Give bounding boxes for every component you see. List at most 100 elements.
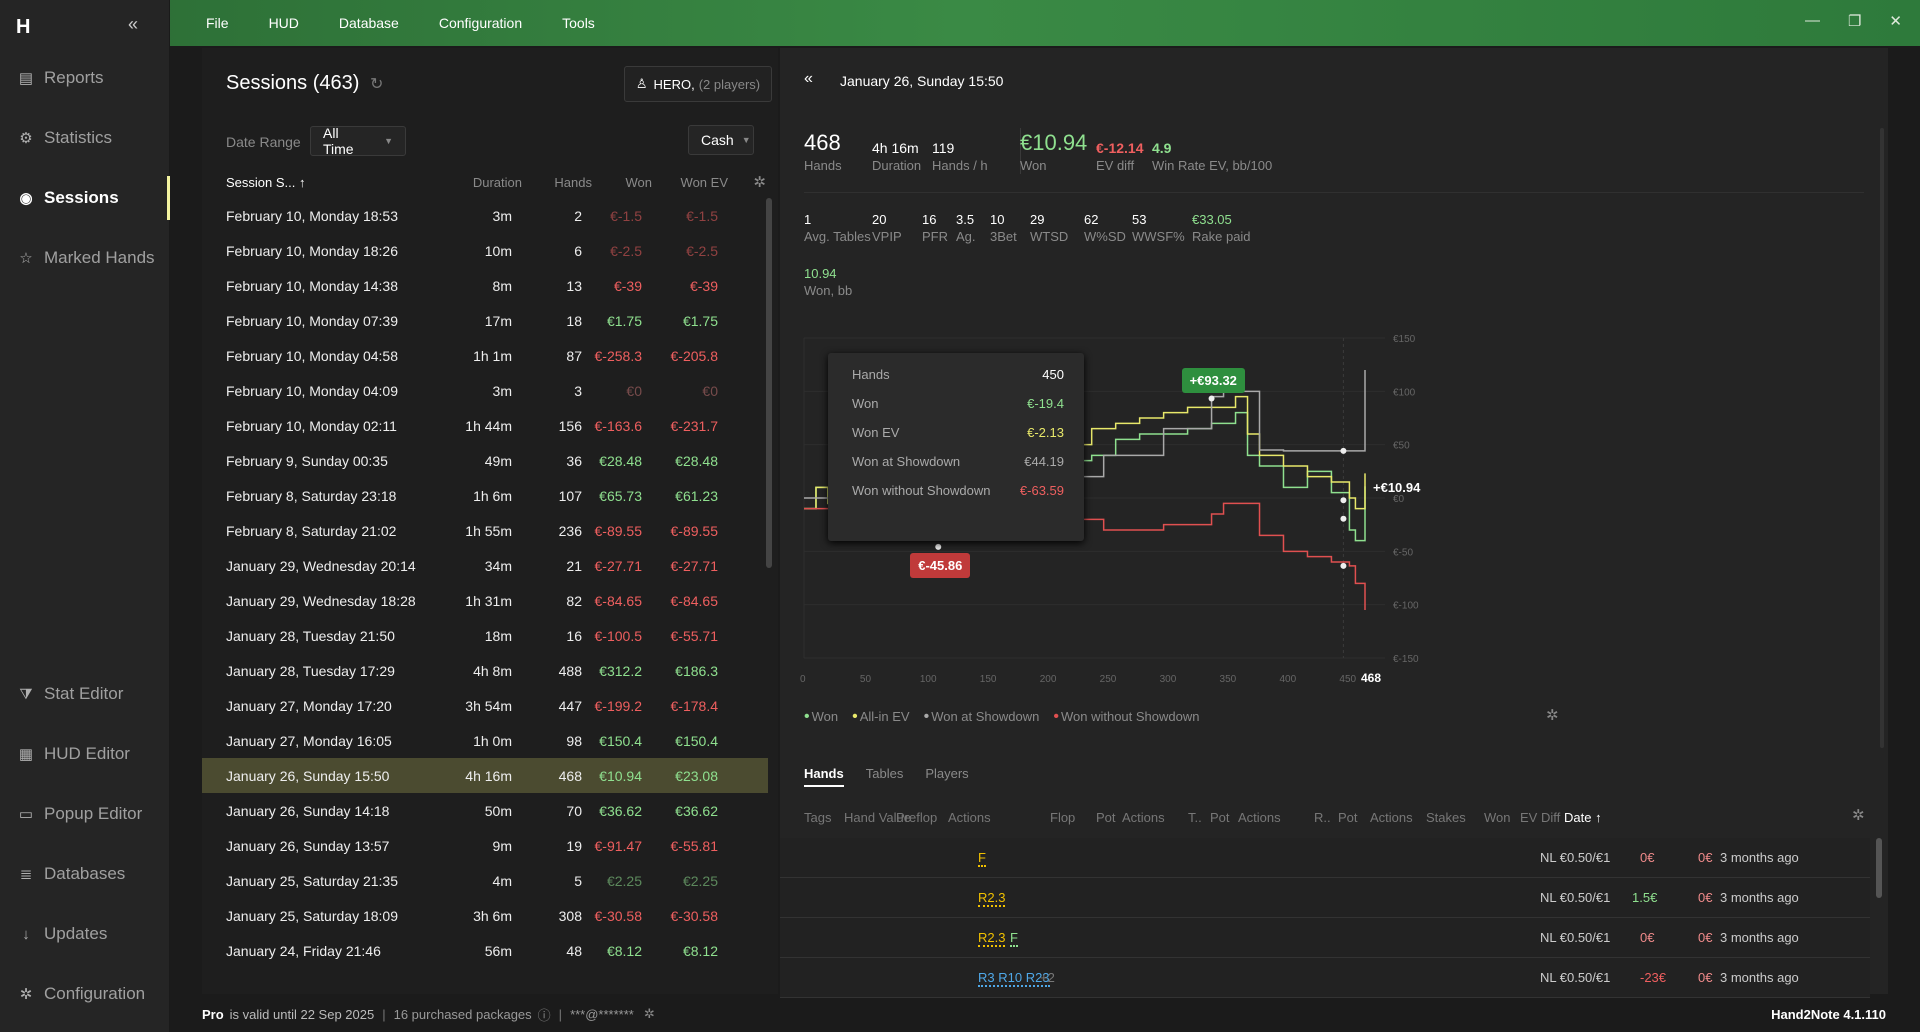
col-hands[interactable]: Hands bbox=[554, 175, 592, 190]
table-row[interactable]: January 29, Wednesday 18:28 1h 31m 82 €-84.… bbox=[202, 583, 768, 618]
tooltip-value: €-19.4 bbox=[1027, 396, 1064, 411]
sidebar-item-marked-hands[interactable]: ☆ Marked Hands bbox=[0, 236, 170, 280]
table-row[interactable]: January 25, Saturday 18:09 3h 6m 308 €-30.5… bbox=[202, 898, 768, 933]
table-row[interactable]: February 10, Monday 02:11 1h 44m 156 €-163.… bbox=[202, 408, 768, 443]
table-row[interactable]: February 10, Monday 04:58 1h 1m 87 €-258.3 €… bbox=[202, 338, 768, 373]
menu-file[interactable]: File bbox=[206, 15, 229, 31]
table-row[interactable]: January 29, Wednesday 20:14 34m 21 €-27.71 €… bbox=[202, 548, 768, 583]
menu-configuration[interactable]: Configuration bbox=[439, 15, 522, 31]
session-hands: 107 bbox=[558, 488, 582, 504]
col-won-ev[interactable]: Won EV bbox=[681, 175, 728, 190]
hands-col[interactable]: Flop bbox=[1050, 810, 1075, 825]
menu-hud[interactable]: HUD bbox=[269, 15, 299, 31]
hands-col[interactable]: Preflop bbox=[896, 810, 937, 825]
collapse-sidebar-icon[interactable]: « bbox=[128, 14, 138, 35]
menu-tools[interactable]: Tools bbox=[562, 15, 595, 31]
hands-col[interactable]: Actions bbox=[1238, 810, 1281, 825]
session-won-ev: €-1.5 bbox=[686, 208, 718, 224]
gear-icon[interactable]: ✲ bbox=[753, 173, 766, 191]
hands-col[interactable]: Pot bbox=[1338, 810, 1358, 825]
hands-col[interactable]: Date ↑ bbox=[1564, 810, 1602, 825]
table-row[interactable]: February 10, Monday 04:09 3m 3 €0 €0 bbox=[202, 373, 768, 408]
col-session[interactable]: Session S... ↑ bbox=[226, 175, 306, 190]
table-row[interactable]: January 27, Monday 16:05 1h 0m 98 €150.4 €15… bbox=[202, 723, 768, 758]
hud-editor-icon: ▦ bbox=[18, 746, 34, 763]
table-row[interactable]: January 26, Sunday 13:57 9m 19 €-91.47 €-55.… bbox=[202, 828, 768, 863]
sort-asc-icon: ↑ bbox=[299, 175, 306, 190]
hands-col[interactable]: Actions bbox=[1122, 810, 1165, 825]
detail-scrollbar[interactable] bbox=[1880, 128, 1884, 748]
hands-col[interactable]: Actions bbox=[1370, 810, 1413, 825]
sidebar-item-popup-editor[interactable]: ▭ Popup Editor bbox=[0, 792, 170, 836]
table-row[interactable]: January 26, Sunday 15:50 4h 16m 468 €10.94 €… bbox=[202, 758, 768, 793]
hand-row[interactable]: R2.3 F NL €0.50/€1 0€ 0€ 3 months ago bbox=[780, 918, 1870, 958]
sidebar-item-reports[interactable]: ▤ Reports bbox=[0, 56, 170, 100]
table-row[interactable]: February 8, Saturday 21:02 1h 55m 236 €-89.… bbox=[202, 513, 768, 548]
hands-col[interactable]: R.. bbox=[1314, 810, 1331, 825]
x-tick-label: 150 bbox=[980, 674, 997, 685]
table-row[interactable]: February 8, Saturday 23:18 1h 6m 107 €65.73… bbox=[202, 478, 768, 513]
table-row[interactable]: January 27, Monday 17:20 3h 54m 447 €-199.2… bbox=[202, 688, 768, 723]
table-row[interactable]: February 10, Monday 14:38 8m 13 €-39 €-39 bbox=[202, 268, 768, 303]
chart-settings-gear-icon[interactable]: ✲ bbox=[1546, 706, 1559, 724]
tab-tables[interactable]: Tables bbox=[866, 766, 904, 787]
x-tick-label: 50 bbox=[860, 674, 872, 685]
sessions-scrollbar[interactable] bbox=[766, 198, 772, 568]
table-row[interactable]: February 9, Sunday 00:35 49m 36 €28.48 €28.4… bbox=[202, 443, 768, 478]
app-logo: H bbox=[16, 16, 31, 38]
session-detail-panel: « January 26, Sunday 15:50 468 Hands 4h 16… bbox=[780, 48, 1888, 998]
table-row[interactable]: February 10, Monday 07:39 17m 18 €1.75 €1.75 bbox=[202, 303, 768, 338]
col-duration[interactable]: Duration bbox=[473, 175, 522, 190]
game-type-dropdown[interactable]: Cash ▼ bbox=[688, 125, 754, 155]
account-gear-icon[interactable]: ✲ bbox=[644, 1006, 655, 1022]
sidebar-item-updates[interactable]: ↓ Updates bbox=[0, 912, 170, 956]
hover-point bbox=[1340, 515, 1347, 522]
hands-col[interactable]: EV Diff bbox=[1520, 810, 1560, 825]
col-won[interactable]: Won bbox=[626, 175, 653, 190]
info-icon[interactable]: ⓘ bbox=[538, 1005, 551, 1024]
sidebar-item-label: Reports bbox=[44, 68, 104, 87]
table-row[interactable]: February 10, Monday 18:53 3m 2 €-1.5 €-1.5 bbox=[202, 198, 768, 233]
hand-row[interactable]: R3 R10 R23 +2 NL €0.50/€1 -23€ 0€ 3 months ag… bbox=[780, 958, 1870, 998]
hands-settings-gear-icon[interactable]: ✲ bbox=[1852, 806, 1865, 824]
sidebar-item-statistics[interactable]: ⚙ Statistics bbox=[0, 116, 170, 160]
table-row[interactable]: February 10, Monday 18:26 10m 6 €-2.5 €-2.5 bbox=[202, 233, 768, 268]
tab-hands[interactable]: Hands bbox=[804, 766, 844, 787]
refresh-icon[interactable]: ↻ bbox=[370, 74, 383, 94]
date-range-dropdown[interactable]: All Time ▼ bbox=[310, 125, 406, 157]
session-date: February 10, Monday 04:09 bbox=[226, 383, 398, 399]
legend-all-in-ev[interactable]: • All-in EV bbox=[852, 708, 909, 726]
table-row[interactable]: January 28, Tuesday 21:50 18m 16 €-100.5 €-5… bbox=[202, 618, 768, 653]
legend-won-at-showdown[interactable]: • Won at Showdown bbox=[924, 708, 1040, 726]
hands-col[interactable]: Pot bbox=[1210, 810, 1230, 825]
close-icon[interactable]: ✕ bbox=[1889, 12, 1902, 30]
tab-players[interactable]: Players bbox=[925, 766, 968, 787]
table-row[interactable]: January 28, Tuesday 17:29 4h 8m 488 €312.2 €… bbox=[202, 653, 768, 688]
hands-col[interactable]: Tags bbox=[804, 810, 831, 825]
hero-button[interactable]: ♙ HERO, (2 players) bbox=[624, 66, 772, 102]
hands-col[interactable]: T.. bbox=[1188, 810, 1202, 825]
legend-won[interactable]: • Won bbox=[804, 708, 838, 726]
sidebar-item-configuration[interactable]: ✲ Configuration bbox=[0, 972, 170, 1016]
legend-won-without-showdown[interactable]: • Won without Showdown bbox=[1053, 708, 1199, 726]
minimize-icon[interactable]: — bbox=[1805, 12, 1820, 30]
restore-icon[interactable]: ❐ bbox=[1848, 12, 1861, 30]
hands-col[interactable]: Pot bbox=[1096, 810, 1116, 825]
table-row[interactable]: January 24, Friday 21:46 56m 48 €8.12 €8.12 bbox=[202, 933, 768, 968]
table-row[interactable]: January 25, Saturday 21:35 4m 5 €2.25 €2.25 bbox=[202, 863, 768, 898]
hand-row[interactable]: F NL €0.50/€1 0€ 0€ 3 months ago bbox=[780, 838, 1870, 878]
session-duration: 1h 1m bbox=[473, 348, 512, 364]
hands-col[interactable]: Won bbox=[1484, 810, 1511, 825]
sidebar-item-databases[interactable]: ≣ Databases bbox=[0, 852, 170, 896]
hands-col[interactable]: Stakes bbox=[1426, 810, 1466, 825]
menu-database[interactable]: Database bbox=[339, 15, 399, 31]
sidebar-item-sessions[interactable]: ◉ Sessions bbox=[0, 176, 170, 220]
status-divider: | bbox=[558, 1006, 563, 1022]
table-row[interactable]: January 26, Sunday 14:18 50m 70 €36.62 €36.6… bbox=[202, 793, 768, 828]
hands-scrollbar[interactable] bbox=[1876, 838, 1882, 898]
sessions-title: Sessions (463) bbox=[226, 72, 360, 94]
hands-col[interactable]: Actions bbox=[948, 810, 991, 825]
hand-row[interactable]: R2.3 NL €0.50/€1 1.5€ 0€ 3 months ago bbox=[780, 878, 1870, 918]
sidebar-item-hud-editor[interactable]: ▦ HUD Editor bbox=[0, 732, 170, 776]
sidebar-item-stat-editor[interactable]: ⧩ Stat Editor bbox=[0, 672, 170, 716]
